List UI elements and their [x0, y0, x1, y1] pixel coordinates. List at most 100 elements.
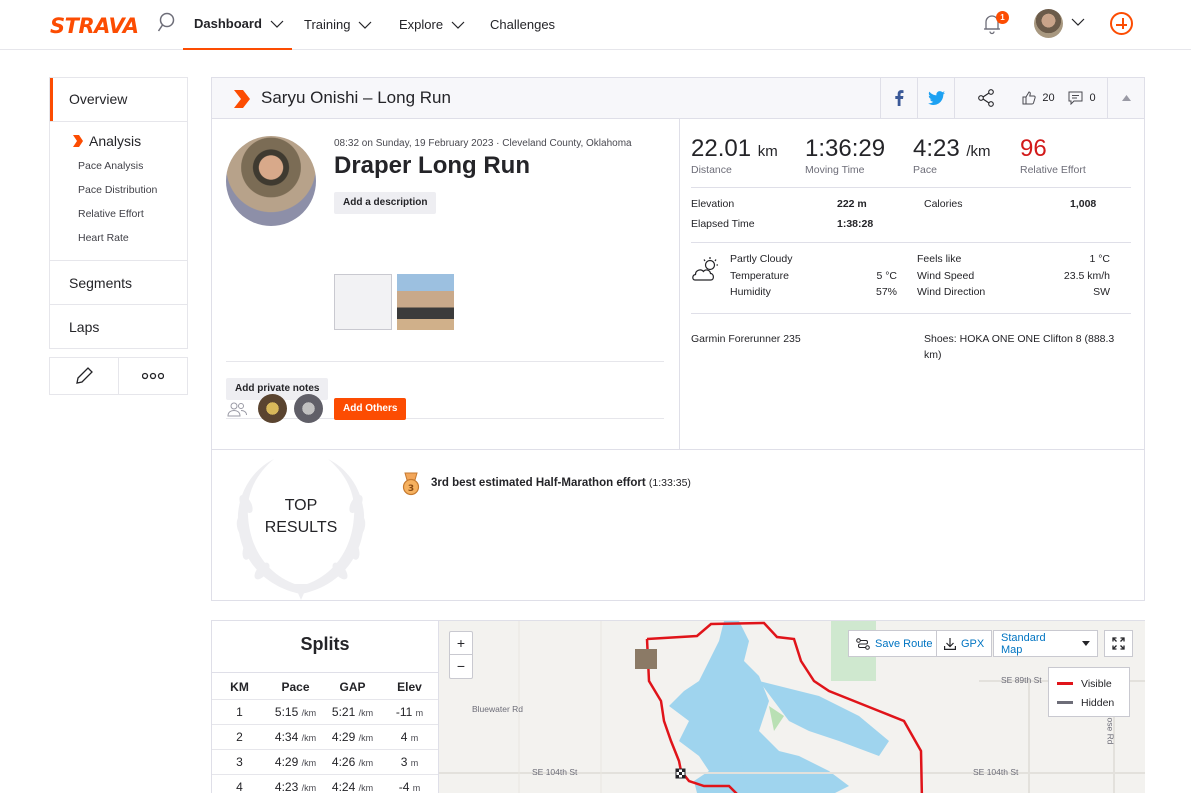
chevron-down-icon — [359, 21, 372, 29]
wind-speed-label: Wind Speed — [917, 270, 975, 282]
chevron-down-icon — [451, 21, 465, 29]
share-button[interactable] — [954, 78, 1016, 118]
twitter-share-button[interactable] — [917, 78, 954, 118]
splits-title: Splits — [212, 621, 438, 673]
shoes-name-cont: km) — [924, 349, 942, 361]
table-row: 4 4:23 /km 4:24 /km -4 m — [212, 775, 438, 793]
elapsed-time-value: 1:38:28 — [837, 218, 874, 230]
sidebar-item-pace-distribution[interactable]: Pace Distribution — [50, 178, 187, 202]
calories-value: 1,008 — [1070, 198, 1097, 210]
calories-label: Calories — [924, 198, 963, 210]
top-results-title: TOP RESULTS — [264, 497, 338, 536]
sidebar-item-laps[interactable]: Laps — [50, 304, 187, 348]
activity-name: Draper Long Run — [334, 152, 530, 179]
group-athlete-avatar[interactable] — [294, 394, 323, 423]
stat-distance: 22.01 km Distance — [691, 135, 778, 176]
temperature-value: 5 °C — [876, 270, 897, 282]
save-route-button[interactable]: Save Route — [848, 630, 941, 657]
sidebar-item-overview[interactable]: Overview — [50, 78, 187, 121]
zoom-out-button[interactable]: − — [450, 655, 472, 678]
sidebar-item-segments[interactable]: Segments — [50, 260, 187, 304]
fullscreen-button[interactable] — [1104, 630, 1133, 657]
thumbs-up-icon — [1022, 91, 1037, 105]
map-type-select[interactable]: Standard Map — [993, 630, 1098, 657]
facebook-share-button[interactable] — [880, 78, 917, 118]
street-label: SE 104th St — [973, 767, 1019, 777]
map-legend: Visible Hidden — [1048, 667, 1130, 717]
bronze-medal-icon: 3 — [402, 472, 420, 496]
divider — [226, 361, 664, 362]
zoom-in-button[interactable]: + — [450, 632, 472, 655]
shoes-name[interactable]: Shoes: HOKA ONE ONE Clifton 8 (888.3 — [924, 333, 1114, 345]
route-map[interactable]: Bluewater Rd SE 104th St SE 89th St SE 1… — [439, 621, 1145, 793]
legend-hidden: Hidden — [1057, 693, 1121, 712]
upload-plus-button[interactable] — [1110, 12, 1133, 35]
search-icon[interactable] — [157, 12, 175, 34]
top-result-item[interactable]: 3rd best estimated Half-Marathon effort … — [431, 477, 691, 489]
pencil-icon — [76, 367, 93, 384]
caret-down-icon — [1082, 641, 1090, 646]
twitter-icon — [927, 91, 945, 105]
chevron-down-icon — [270, 20, 284, 28]
splits-map-panel: Splits KM Pace GAP Elev 1 5:15 /km 5:21 /k… — [211, 620, 1145, 793]
caret-up-icon — [1121, 95, 1131, 101]
collapse-button[interactable] — [1107, 78, 1144, 118]
stat-moving-time: 1:36:29 Moving Time — [805, 135, 886, 176]
sidebar-item-pace-analysis[interactable]: Pace Analysis — [50, 154, 187, 178]
splits-table: Splits KM Pace GAP Elev 1 5:15 /km 5:21 /k… — [212, 621, 439, 793]
device-name: Garmin Forerunner 235 — [691, 333, 801, 345]
user-avatar[interactable] — [1034, 9, 1063, 38]
activity-details: 08:32 on Sunday, 19 February 2023 · Clev… — [212, 119, 680, 449]
nav-dashboard[interactable]: Dashboard — [183, 0, 292, 50]
activity-header-title: Saryu Onishi – Long Run — [261, 88, 451, 107]
stat-relative-effort[interactable]: 96 Relative Effort — [1020, 135, 1086, 176]
nav-explore[interactable]: Explore — [399, 0, 465, 50]
table-row: 2 4:34 /km 4:29 /km 4 m — [212, 725, 438, 750]
athlete-avatar[interactable] — [226, 136, 316, 226]
add-description-button[interactable]: Add a description — [334, 192, 437, 214]
divider — [691, 242, 1131, 243]
divider — [691, 187, 1131, 188]
chevron-right-icon — [73, 135, 83, 147]
temperature-label: Temperature — [730, 270, 789, 282]
fullscreen-icon — [1112, 637, 1125, 650]
feels-like-value: 1 °C — [1089, 253, 1110, 265]
zoom-controls: + − — [449, 631, 473, 679]
elevation-label: Elevation — [691, 198, 735, 210]
more-icon — [142, 372, 164, 380]
chevron-down-icon[interactable] — [1071, 18, 1085, 26]
comments-button[interactable]: 0 — [1061, 78, 1103, 118]
svg-text:3: 3 — [408, 484, 414, 494]
sidebar-actions — [49, 357, 188, 395]
nav-training[interactable]: Training — [304, 0, 372, 50]
sidebar-item-heart-rate[interactable]: Heart Rate — [50, 226, 187, 250]
facebook-icon — [895, 90, 904, 106]
group-athletes-icon — [227, 402, 247, 417]
gpx-download-button[interactable]: GPX — [936, 630, 993, 657]
partly-cloudy-icon — [692, 257, 718, 281]
run-activity-icon — [234, 90, 250, 108]
top-results-section: TOP RESULTS 3 3rd best estimated Half-Ma… — [212, 449, 1144, 601]
table-row: 1 5:15 /km 5:21 /km -11 m — [212, 700, 438, 725]
elevation-value: 222 m — [837, 198, 867, 210]
photo-thumbnail-broken[interactable] — [334, 274, 392, 330]
more-options-button[interactable] — [119, 358, 187, 394]
wind-direction-label: Wind Direction — [917, 286, 986, 298]
activity-date-location: 08:32 on Sunday, 19 February 2023 · Clev… — [334, 138, 632, 149]
share-icon — [977, 89, 994, 107]
notification-badge: 1 — [996, 11, 1009, 24]
top-nav: STRAVA Dashboard Training Explore Challe… — [0, 0, 1191, 50]
photo-thumbnail[interactable] — [397, 274, 454, 330]
download-icon — [944, 637, 956, 650]
add-others-button[interactable]: Add Others — [334, 398, 407, 420]
street-label: SE 104th St — [532, 767, 578, 777]
splits-header-row: KM Pace GAP Elev — [212, 673, 438, 700]
edit-button[interactable] — [50, 358, 119, 394]
nav-challenges[interactable]: Challenges — [490, 0, 555, 50]
sidebar-item-analysis[interactable]: Analysis — [50, 128, 187, 154]
strava-logo[interactable]: STRAVA — [50, 14, 139, 38]
sidebar-item-relative-effort[interactable]: Relative Effort — [50, 202, 187, 226]
wind-speed-value: 23.5 km/h — [1063, 270, 1110, 282]
group-athlete-avatar[interactable] — [258, 394, 287, 423]
kudos-button[interactable]: 20 — [1016, 78, 1061, 118]
